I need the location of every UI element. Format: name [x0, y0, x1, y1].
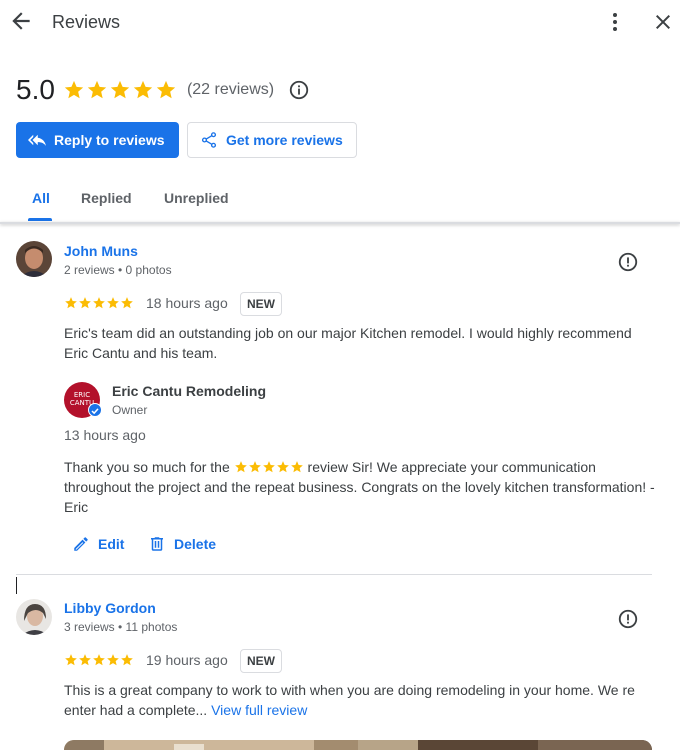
report-icon[interactable]: [617, 251, 639, 273]
pencil-icon: [74, 537, 88, 551]
rating-summary: 5.0 (22 reviews): [16, 72, 310, 108]
average-rating: 5.0: [16, 74, 55, 105]
reply-text: Thank you so much for the review Sir! We…: [64, 457, 656, 517]
get-more-reviews-button[interactable]: Get more reviews: [187, 122, 357, 158]
rating-stars: [63, 79, 177, 101]
star-icon: [79, 297, 91, 309]
reply-all-icon: [28, 134, 46, 146]
verified-check-icon: [88, 403, 102, 417]
view-full-review-link[interactable]: View full review: [211, 702, 307, 718]
avatar[interactable]: [16, 241, 52, 277]
star-icon: [262, 461, 275, 473]
review-photo[interactable]: [64, 740, 358, 750]
owner-name: Eric Cantu Remodeling: [112, 383, 267, 399]
action-buttons: Reply to reviews Get more reviews: [16, 122, 357, 158]
star-icon: [276, 461, 289, 473]
new-badge: NEW: [240, 292, 282, 316]
review-divider: [16, 574, 652, 575]
star-icon: [79, 654, 91, 666]
reply-to-reviews-button[interactable]: Reply to reviews: [16, 122, 179, 158]
star-icon: [248, 461, 261, 473]
share-icon: [201, 132, 217, 148]
text-cursor: [16, 577, 17, 594]
report-icon[interactable]: [617, 608, 639, 630]
trash-icon: [151, 537, 163, 551]
star-icon: [133, 80, 153, 99]
info-icon[interactable]: [288, 79, 310, 101]
review-text: Eric's team did an outstanding job on ou…: [64, 325, 632, 361]
edit-reply-button[interactable]: Edit: [72, 535, 124, 553]
owner-role: Owner: [112, 403, 148, 417]
star-icon: [110, 80, 130, 99]
review-text: This is a great company to work to with …: [64, 680, 656, 720]
reviewer-name[interactable]: Libby Gordon: [64, 600, 156, 616]
review-tabs: All Replied Unreplied: [0, 178, 680, 222]
delete-label: Delete: [174, 536, 217, 552]
reviewer-meta: 2 reviews • 0 photos: [64, 263, 172, 277]
star-icon: [107, 654, 119, 666]
review-time: 19 hours ago: [146, 652, 228, 668]
edit-label: Edit: [98, 536, 125, 552]
star-icon: [65, 654, 77, 666]
star-icon: [234, 461, 247, 473]
star-icon: [64, 80, 84, 99]
star-icon: [87, 80, 107, 99]
tabs-divider: [0, 222, 680, 224]
tab-unreplied[interactable]: Unreplied: [164, 190, 229, 206]
tab-replied[interactable]: Replied: [81, 190, 132, 206]
review-photos[interactable]: [64, 740, 652, 750]
star-icon: [121, 654, 133, 666]
delete-reply-button[interactable]: Delete: [148, 535, 216, 553]
reply-time: 13 hours ago: [64, 427, 146, 443]
star-icon: [93, 297, 105, 309]
top-bar: Reviews: [0, 0, 680, 44]
star-icon: [65, 297, 77, 309]
reply-text-start: Thank you so much for the: [64, 459, 234, 475]
star-icon: [121, 297, 133, 309]
back-arrow-icon[interactable]: [8, 8, 34, 34]
get-more-reviews-label: Get more reviews: [226, 132, 343, 148]
review-stars: [64, 653, 134, 667]
star-icon: [290, 461, 303, 473]
review-text-snippet: This is a great company to work to with …: [64, 682, 635, 718]
reply-to-reviews-label: Reply to reviews: [54, 132, 165, 148]
reviewer-name[interactable]: John Muns: [64, 243, 138, 259]
page-title: Reviews: [52, 12, 121, 32]
close-icon[interactable]: [651, 10, 675, 34]
new-badge: NEW: [240, 649, 282, 673]
star-icon: [93, 654, 105, 666]
review-time: 18 hours ago: [146, 295, 228, 311]
avatar[interactable]: [16, 599, 52, 635]
review-photo[interactable]: [358, 740, 652, 750]
reviewer-meta: 3 reviews • 11 photos: [64, 620, 178, 634]
review-stars: [64, 296, 134, 310]
star-icon: [107, 297, 119, 309]
inline-stars: [234, 460, 304, 474]
review-count: (22 reviews): [186, 81, 275, 98]
more-vert-icon[interactable]: [603, 10, 627, 34]
active-tab-indicator: [28, 218, 52, 221]
tab-all[interactable]: All: [32, 190, 50, 206]
star-icon: [156, 80, 176, 99]
